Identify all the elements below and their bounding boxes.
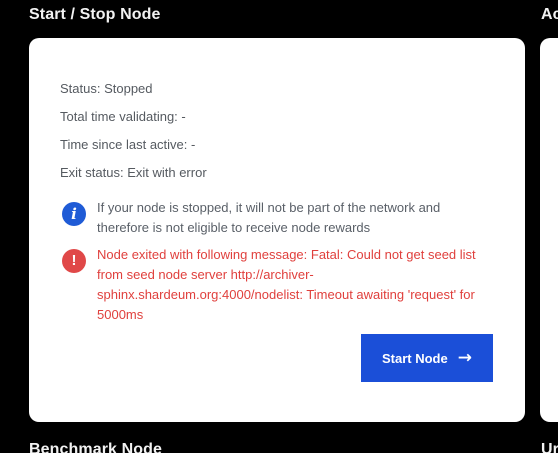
exit-status-text: Exit status: Exit with error [60, 165, 207, 180]
error-message-text: Node exited with following message: Fata… [97, 247, 476, 322]
right-card [540, 38, 558, 422]
error-icon: ! [62, 249, 86, 273]
info-icon: i [62, 202, 86, 226]
arrow-right-icon: → [457, 347, 472, 368]
start-node-label: Start Node [382, 350, 448, 366]
error-note: ! Node exited with following message: Fa… [62, 245, 492, 327]
node-status-text: Status: Stopped [60, 81, 153, 96]
time-since-last-active-text: Time since last active: - [60, 137, 196, 152]
right-section-title-2: Ur [541, 441, 558, 453]
right-section-title: Ac [541, 6, 558, 23]
page: Start / Stop Node Ac Status: Stopped Tot… [0, 0, 558, 453]
start-node-button[interactable]: Start Node → [361, 334, 493, 382]
info-note: i If your node is stopped, it will not b… [62, 198, 492, 238]
total-time-validating-text: Total time validating: - [60, 109, 186, 124]
start-stop-node-card: Status: Stopped Total time validating: -… [29, 38, 525, 422]
benchmark-node-title: Benchmark Node [29, 441, 162, 453]
start-stop-node-title: Start / Stop Node [29, 6, 161, 23]
info-note-text: If your node is stopped, it will not be … [97, 200, 441, 235]
